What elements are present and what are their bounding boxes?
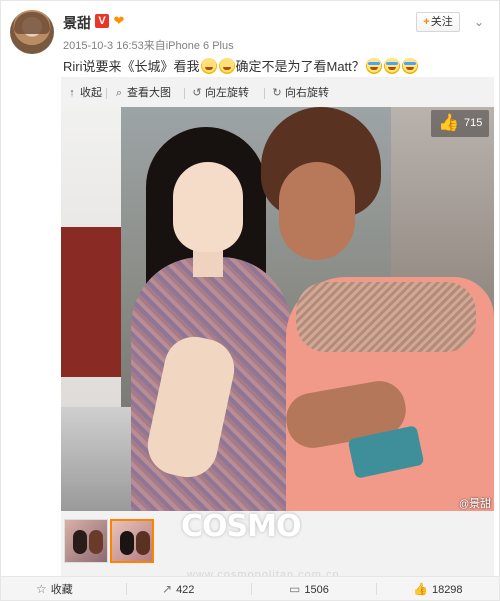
rotate-left-icon: ↺ (192, 87, 202, 99)
like-icon: 👍 (413, 582, 428, 596)
photo-background-red (61, 227, 121, 377)
post-meta: 2015-10-3 16:53来自iPhone 6 Plus (63, 37, 234, 53)
comment-icon: ▭ (289, 582, 301, 596)
thumbnail-figure (89, 530, 103, 554)
woman-right-wrap (296, 282, 476, 352)
repost-icon: ↗ (162, 582, 173, 596)
follow-label: 关注 (430, 16, 453, 28)
heart-badge-icon: ❤ (113, 13, 125, 28)
zoom-icon: ⌕ (115, 87, 123, 99)
comment-count: 1506 (304, 584, 329, 596)
thumbs-up-icon: 👍 (438, 113, 460, 132)
cosmo-logo: COSMO (181, 509, 301, 544)
photo-like-count: 715 (464, 117, 483, 129)
rotate-left-button[interactable]: ↺ 向左旋转 (191, 85, 249, 101)
grin-emoji-icon (218, 58, 235, 74)
woman-right-face (279, 162, 355, 260)
avatar-hair (14, 12, 50, 34)
follow-button[interactable]: +关注 (416, 12, 460, 32)
watermark-name: 景甜 (469, 498, 492, 510)
cosmo-watermark: COSMO www.cosmopolitan.com.cn (169, 509, 339, 581)
toolbar-divider (264, 88, 265, 99)
repost-button[interactable]: ↗ 422 (162, 577, 194, 601)
favorite-button[interactable]: ☆ 收藏 (36, 577, 73, 601)
weibo-post-card: 景甜 V ❤ 2015-10-3 16:53来自iPhone 6 Plus +关… (0, 0, 500, 601)
laugh-cry-emoji-icon (383, 58, 400, 74)
star-icon: ☆ (36, 582, 47, 596)
action-divider (126, 583, 127, 595)
action-divider (251, 583, 252, 595)
thumbnail-figure (136, 531, 150, 555)
watermark-at: @ (459, 499, 470, 510)
post-text-part2: 确定不是为了看Matt？ (235, 59, 365, 74)
like-button[interactable]: 👍 18298 (413, 577, 463, 601)
post-text: Riri说要来《长城》看我 确定不是为了看Matt？ (63, 56, 419, 75)
favorite-label: 收藏 (50, 584, 73, 596)
grin-emoji-icon (200, 58, 217, 74)
collapse-label: 收起 (80, 87, 102, 99)
chevron-down-icon[interactable]: ⌄ (472, 15, 486, 29)
laugh-cry-emoji-icon (401, 58, 418, 74)
photo-watermark: @景甜 (459, 495, 491, 511)
comment-button[interactable]: ▭ 1506 (289, 577, 329, 601)
v-verified-icon: V (95, 14, 109, 28)
follow-plus-icon: + (423, 16, 430, 28)
post-timestamp[interactable]: 2015-10-3 16:53 (63, 40, 144, 52)
post-actions-bar: ☆ 收藏 ↗ 422 ▭ 1506 👍 18298 (1, 576, 499, 600)
woman-left-face (173, 162, 243, 252)
action-divider (376, 583, 377, 595)
rotate-right-button[interactable]: ↻ 向右旋转 (271, 85, 329, 101)
post-source[interactable]: iPhone 6 Plus (166, 40, 234, 52)
like-count: 18298 (431, 584, 463, 596)
photo-like-overlay[interactable]: 👍 715 (431, 110, 489, 137)
collapse-button[interactable]: ↑ 收起 (66, 85, 102, 101)
media-toolbar: ↑ 收起 ⌕ 查看大图 ↺ 向左旋转 ↻ 向右旋转 (61, 81, 494, 103)
thumbnail-figure (73, 530, 87, 554)
toolbar-divider (106, 88, 107, 99)
rotate-right-icon: ↻ (272, 87, 282, 99)
thumbnail-1[interactable] (64, 519, 108, 563)
rotate-left-label: 向左旋转 (205, 87, 249, 99)
view-large-label: 查看大图 (127, 87, 171, 99)
post-text-part1: Riri说要来《长城》看我 (63, 59, 200, 74)
thumbnail-2-selected[interactable] (110, 519, 154, 563)
collapse-icon: ↑ (69, 87, 75, 99)
repost-count: 422 (176, 584, 195, 596)
view-large-button[interactable]: ⌕ 查看大图 (113, 85, 171, 101)
toolbar-divider (184, 88, 185, 99)
post-photo[interactable] (61, 107, 494, 511)
rotate-right-label: 向右旋转 (285, 87, 329, 99)
author-name[interactable]: 景甜 (63, 13, 91, 33)
thumbnail-figure (120, 531, 134, 555)
author-avatar[interactable] (10, 10, 54, 54)
laugh-cry-emoji-icon (365, 58, 382, 74)
source-prefix: 来自 (143, 40, 166, 52)
